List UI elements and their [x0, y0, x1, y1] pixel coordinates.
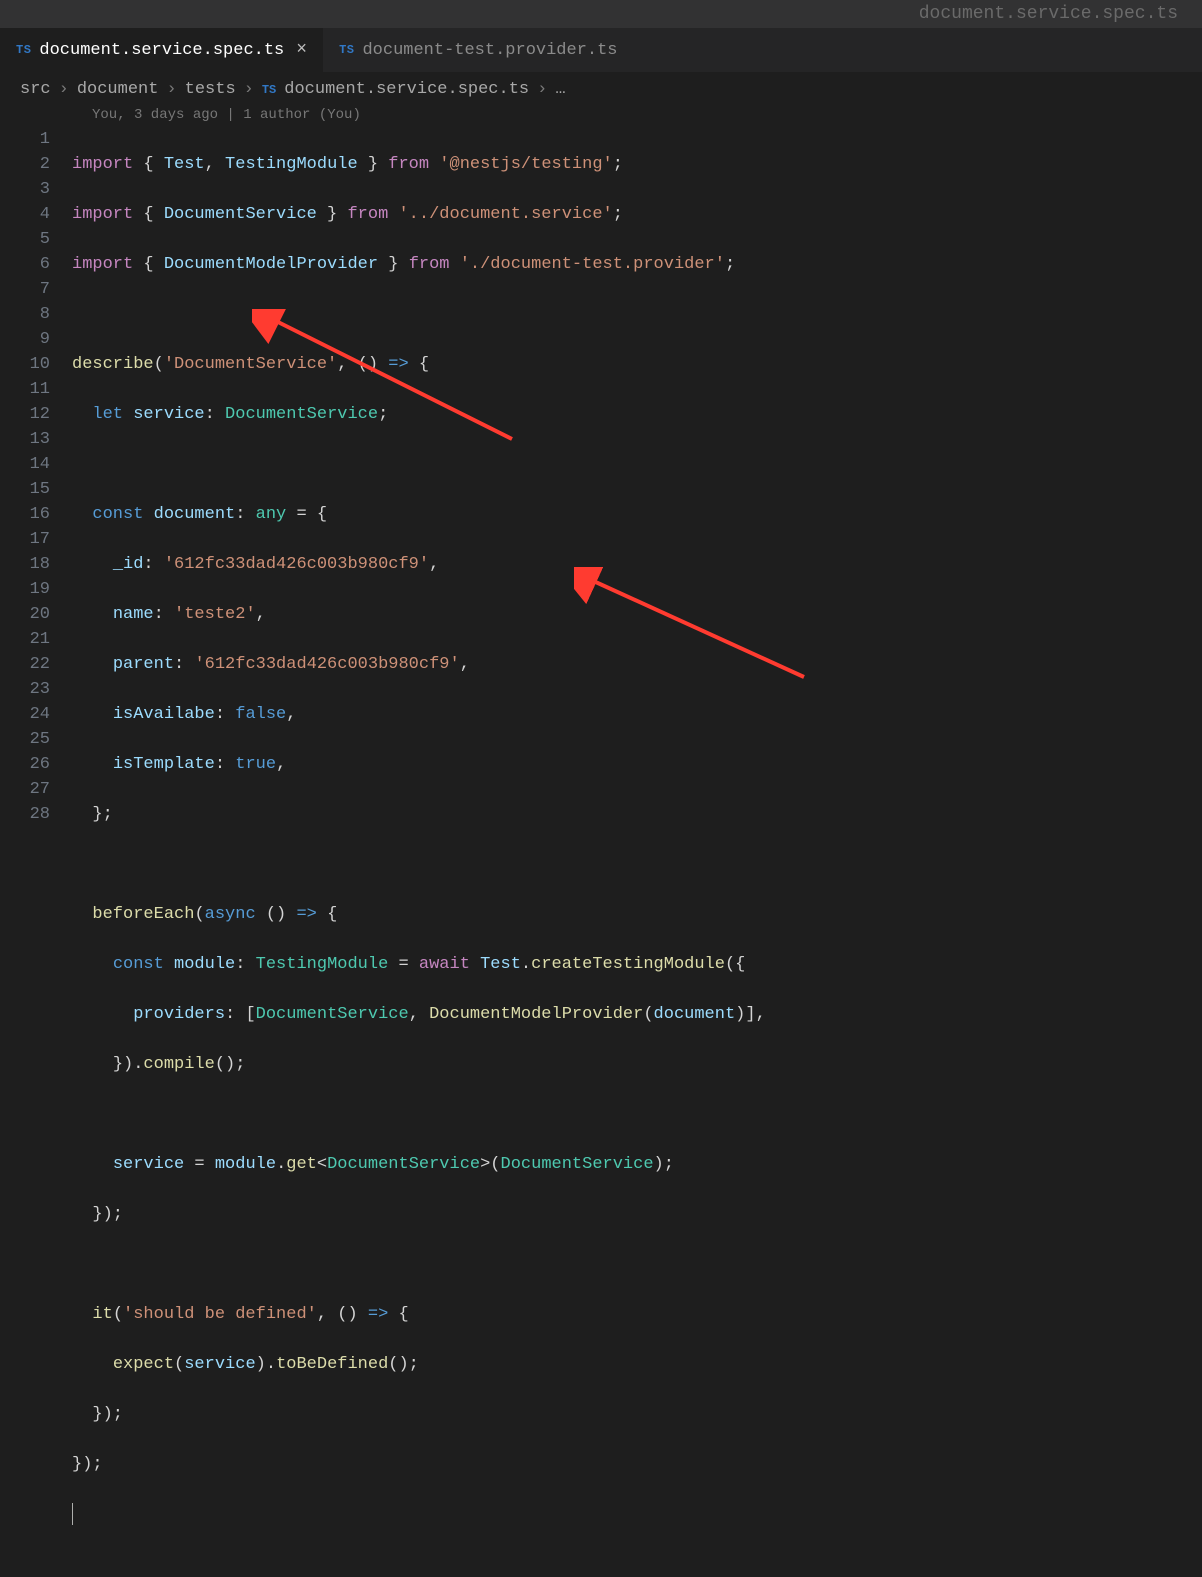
close-icon[interactable]: × [292, 40, 307, 60]
ts-badge-icon: TS [262, 83, 276, 97]
line-number: 25 [0, 727, 50, 752]
line-number: 4 [0, 202, 50, 227]
line-number: 14 [0, 452, 50, 477]
line-number: 2 [0, 152, 50, 177]
line-number: 28 [0, 802, 50, 827]
line-number: 11 [0, 377, 50, 402]
line-number: 21 [0, 627, 50, 652]
ts-badge-icon: TS [339, 43, 354, 57]
line-number: 15 [0, 477, 50, 502]
window-titlebar: document.service.spec.ts [0, 0, 1202, 28]
breadcrumb-segment[interactable]: document [77, 80, 159, 99]
line-number: 7 [0, 277, 50, 302]
title-text: document.service.spec.ts [919, 4, 1178, 24]
chevron-right-icon: › [59, 80, 69, 99]
tab-filename: document.service.spec.ts [39, 41, 284, 60]
chevron-right-icon: › [166, 80, 176, 99]
line-number: 13 [0, 427, 50, 452]
line-number: 6 [0, 252, 50, 277]
line-number: 22 [0, 652, 50, 677]
line-number: 26 [0, 752, 50, 777]
breadcrumb[interactable]: src › document › tests › TS document.ser… [0, 72, 1202, 105]
line-number: 10 [0, 352, 50, 377]
line-number: 17 [0, 527, 50, 552]
line-number: 24 [0, 702, 50, 727]
code-content[interactable]: import { Test, TestingModule } from '@ne… [72, 127, 1202, 1577]
editor-tabs: TS document.service.spec.ts × TS documen… [0, 28, 1202, 72]
chevron-right-icon: › [244, 80, 254, 99]
line-number: 8 [0, 302, 50, 327]
tab-document-test-provider[interactable]: TS document-test.provider.ts [323, 28, 633, 72]
line-number: 9 [0, 327, 50, 352]
line-number: 19 [0, 577, 50, 602]
line-number: 5 [0, 227, 50, 252]
chevron-right-icon: › [537, 80, 547, 99]
breadcrumb-symbol[interactable]: … [555, 80, 565, 99]
line-number: 27 [0, 777, 50, 802]
line-number: 23 [0, 677, 50, 702]
git-blame-annotation: You, 3 days ago | 1 author (You) [0, 105, 1202, 127]
line-number: 18 [0, 552, 50, 577]
tab-document-service-spec[interactable]: TS document.service.spec.ts × [0, 28, 323, 72]
breadcrumb-segment[interactable]: tests [185, 80, 236, 99]
breadcrumb-segment[interactable]: src [20, 80, 51, 99]
tab-filename: document-test.provider.ts [362, 41, 617, 60]
line-number-gutter: 1234567891011121314151617181920212223242… [0, 127, 72, 1577]
line-number: 1 [0, 127, 50, 152]
editor-area[interactable]: 1234567891011121314151617181920212223242… [0, 127, 1202, 1577]
breadcrumb-file[interactable]: document.service.spec.ts [284, 80, 529, 99]
line-number: 20 [0, 602, 50, 627]
line-number: 16 [0, 502, 50, 527]
line-number: 12 [0, 402, 50, 427]
text-cursor [72, 1503, 73, 1525]
line-number: 3 [0, 177, 50, 202]
ts-badge-icon: TS [16, 43, 31, 57]
